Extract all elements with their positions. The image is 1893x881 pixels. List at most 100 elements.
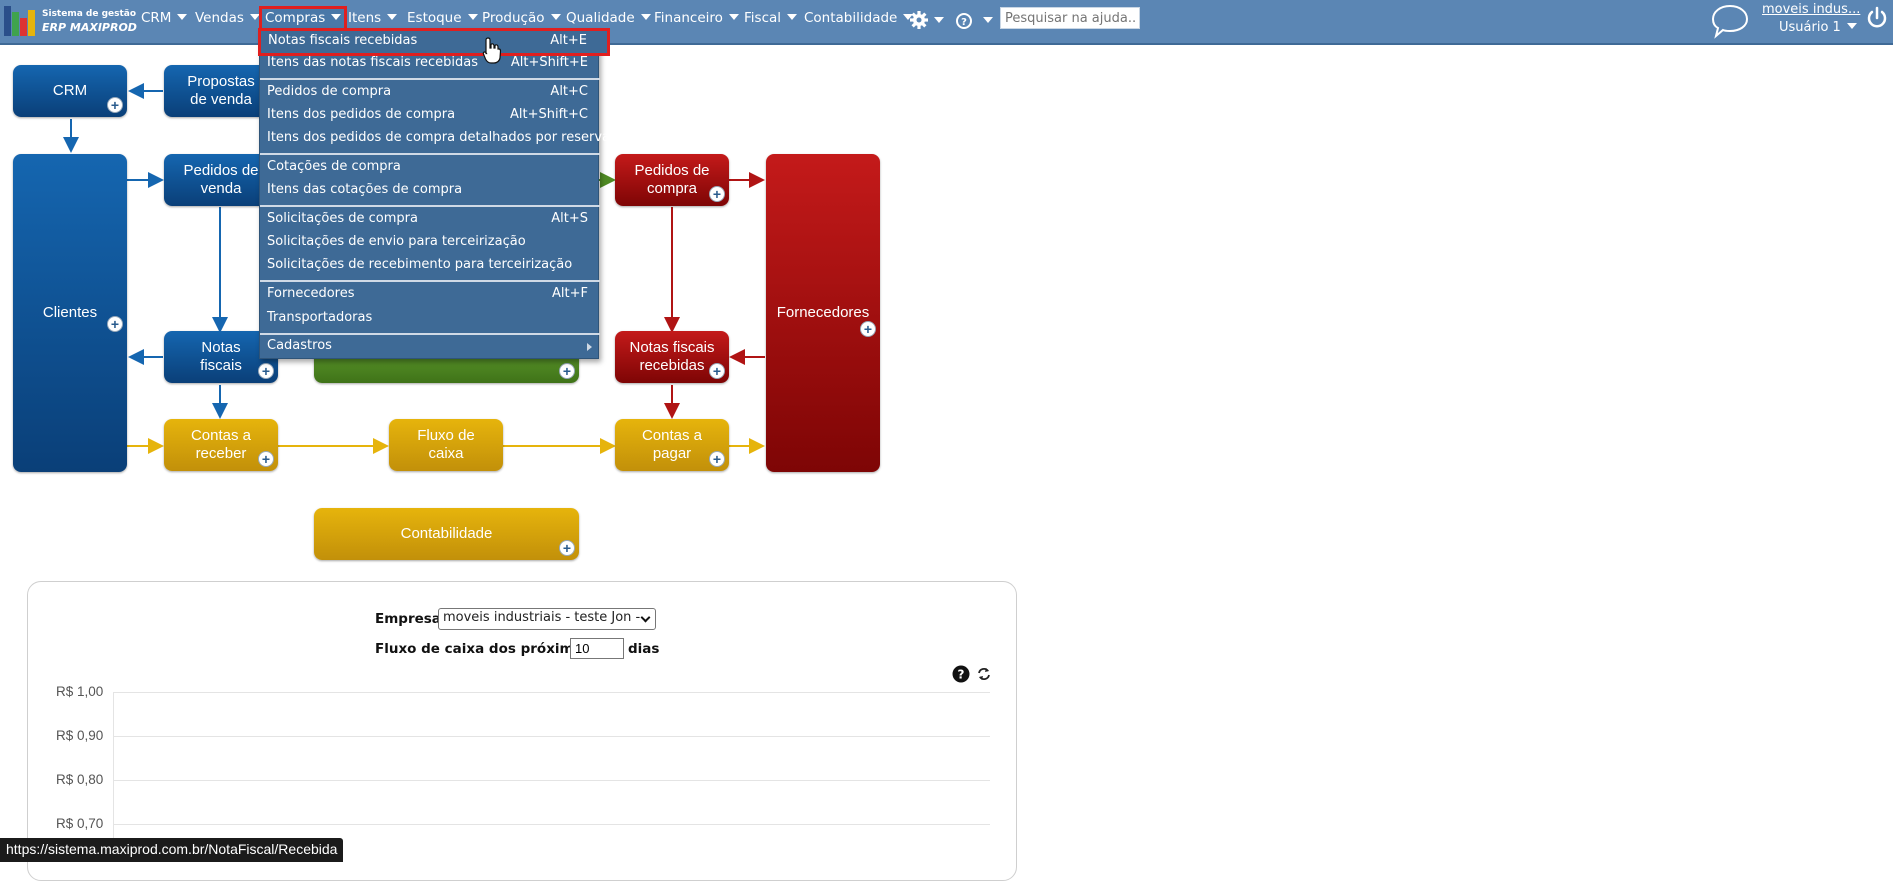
- chevron-down-icon: [1846, 23, 1857, 29]
- y-axis-tick: R$ 0,70: [56, 816, 104, 831]
- chevron-down-icon: [467, 14, 478, 20]
- settings-button[interactable]: [909, 9, 947, 31]
- propostas-box-label: Propostas de venda: [187, 73, 255, 108]
- logo-bars-icon: [4, 6, 38, 36]
- dias-input[interactable]: [570, 638, 624, 659]
- empresa-select[interactable]: moveis industriais - teste Jon -: [438, 608, 656, 630]
- gear-icon: [910, 11, 944, 29]
- plus-icon[interactable]: +: [860, 321, 876, 337]
- hand-cursor-icon: [482, 37, 502, 64]
- nav-vendas[interactable]: Vendas: [192, 9, 263, 31]
- fornecedores-box[interactable]: Fornecedores +: [766, 154, 880, 472]
- chevron-down-icon: [640, 612, 651, 623]
- chart-gridline: [113, 692, 990, 693]
- menu-separator: [260, 205, 600, 207]
- nav-crm[interactable]: CRM: [138, 9, 190, 31]
- chevron-down-icon: [331, 14, 342, 20]
- compras-dropdown-menu: Notas fiscais recebidas Alt+E Itens das n…: [258, 28, 610, 359]
- chat-icon: [1711, 4, 1749, 39]
- plus-icon[interactable]: +: [709, 363, 725, 379]
- contas-receber-box-label: Contas a receber: [190, 427, 252, 462]
- menu-item-solicitacoes-envio[interactable]: Solicitações de envio para terceirização: [260, 232, 600, 254]
- pedidos-venda-box-label: Pedidos de venda: [183, 162, 259, 197]
- clientes-box-label: Clientes: [42, 304, 98, 321]
- chart-gridline: [113, 736, 990, 737]
- nav-fiscal[interactable]: Fiscal: [741, 9, 800, 31]
- contas-receber-box[interactable]: Contas a receber +: [164, 419, 278, 471]
- contas-pagar-box-label: Contas a pagar: [641, 427, 703, 462]
- logo[interactable]: Sistema de gestão ERP MAXIPROD: [4, 6, 137, 36]
- chevron-down-icon: [177, 14, 188, 20]
- y-axis-tick: R$ 1,00: [56, 684, 104, 699]
- refresh-icon[interactable]: [975, 665, 993, 683]
- help-search-input[interactable]: [1000, 7, 1140, 29]
- chevron-down-icon: [249, 14, 260, 20]
- nav-qualidade[interactable]: Qualidade: [563, 9, 654, 31]
- menu-item-itens-pedidos-compra[interactable]: Itens dos pedidos de compra Alt+Shift+C: [260, 105, 600, 127]
- crm-box-label: CRM: [52, 82, 88, 99]
- dias-suffix: dias: [628, 641, 660, 657]
- link-status-bar: https://sistema.maxiprod.com.br/NotaFisc…: [0, 838, 344, 862]
- chat-button[interactable]: [1710, 2, 1750, 40]
- menu-item-itens-pedidos-reserva[interactable]: Itens dos pedidos de compra detalhados p…: [260, 128, 610, 150]
- menu-item-transportadoras[interactable]: Transportadoras: [260, 308, 600, 330]
- contabilidade-box[interactable]: Contabilidade +: [314, 508, 579, 560]
- notas-fiscais-recebidas-box[interactable]: Notas fiscais recebidas +: [615, 331, 729, 383]
- help-icon: ?: [956, 13, 993, 29]
- clientes-box[interactable]: Clientes +: [13, 154, 127, 472]
- power-icon: [1867, 6, 1887, 28]
- chart-gridline: [113, 780, 990, 781]
- nav-estoque[interactable]: Estoque: [404, 9, 481, 31]
- nav-itens[interactable]: Itens: [345, 9, 400, 31]
- menu-item-pedidos-compra[interactable]: Pedidos de compra Alt+C: [260, 82, 600, 104]
- chevron-right-icon: [587, 343, 592, 351]
- crm-box[interactable]: CRM +: [13, 65, 127, 117]
- menu-item-itens-cotacoes[interactable]: Itens das cotações de compra: [260, 180, 600, 202]
- help-menu-button[interactable]: ?: [956, 9, 994, 31]
- fluxo-dias-label: Fluxo de caixa dos próximos: [375, 641, 591, 657]
- svg-text:?: ?: [961, 17, 967, 28]
- nav-contabilidade[interactable]: Contabilidade: [801, 9, 916, 31]
- plus-icon[interactable]: +: [559, 540, 575, 556]
- y-axis-tick: R$ 0,90: [56, 728, 104, 743]
- empresa-label: Empresa: [375, 611, 441, 627]
- nav-financeiro[interactable]: Financeiro: [651, 9, 742, 31]
- menu-item-itens-notas-recebidas[interactable]: Itens das notas fiscais recebidas Alt+Shi…: [260, 53, 600, 75]
- fornecedores-box-label: Fornecedores: [776, 304, 870, 321]
- notas-recebidas-box-label: Notas fiscais recebidas: [629, 339, 715, 374]
- user-menu[interactable]: Usuário 1: [1779, 20, 1857, 35]
- menu-item-cadastros[interactable]: Cadastros: [260, 336, 600, 358]
- plus-icon[interactable]: +: [107, 316, 123, 332]
- contabilidade-box-label: Contabilidade: [400, 525, 493, 542]
- plus-icon[interactable]: +: [107, 97, 123, 113]
- plus-icon[interactable]: +: [709, 186, 725, 202]
- plus-icon[interactable]: +: [258, 451, 274, 467]
- nav-producao[interactable]: Produção: [479, 9, 564, 31]
- pedidos-compra-box[interactable]: Pedidos de compra +: [615, 154, 729, 206]
- question-icon[interactable]: ?: [952, 665, 970, 683]
- plus-icon[interactable]: +: [559, 363, 575, 379]
- menu-item-fornecedores[interactable]: Fornecedores Alt+F: [260, 284, 600, 306]
- chevron-down-icon: [728, 14, 739, 20]
- contas-pagar-box[interactable]: Contas a pagar +: [615, 419, 729, 471]
- plus-icon[interactable]: +: [258, 363, 274, 379]
- chevron-down-icon: [640, 14, 651, 20]
- svg-text:?: ?: [958, 668, 965, 682]
- company-link[interactable]: moveis indus...: [1762, 2, 1860, 17]
- menu-item-notas-fiscais-recebidas[interactable]: Notas fiscais recebidas Alt+E: [258, 28, 610, 56]
- logo-title: ERP MAXIPROD: [42, 21, 137, 34]
- menu-item-solicitacoes-recebimento[interactable]: Solicitações de recebimento para terceir…: [260, 255, 600, 277]
- menu-item-cotacoes-compra[interactable]: Cotações de compra: [260, 157, 600, 179]
- plus-icon[interactable]: +: [709, 451, 725, 467]
- notas-fiscais-box-label: Notas fiscais: [200, 339, 242, 374]
- logout-button[interactable]: [1865, 6, 1889, 30]
- chart-gridline: [113, 824, 990, 825]
- nav-compras[interactable]: Compras: [258, 6, 348, 34]
- menu-separator: [260, 78, 600, 80]
- chevron-down-icon: [387, 14, 398, 20]
- chevron-down-icon: [787, 14, 798, 20]
- pedidos-compra-box-label: Pedidos de compra: [634, 162, 710, 197]
- menu-item-solicitacoes-compra[interactable]: Solicitações de compra Alt+S: [260, 209, 600, 231]
- fluxo-caixa-box[interactable]: Fluxo de caixa: [389, 419, 503, 471]
- menu-separator: [260, 153, 600, 155]
